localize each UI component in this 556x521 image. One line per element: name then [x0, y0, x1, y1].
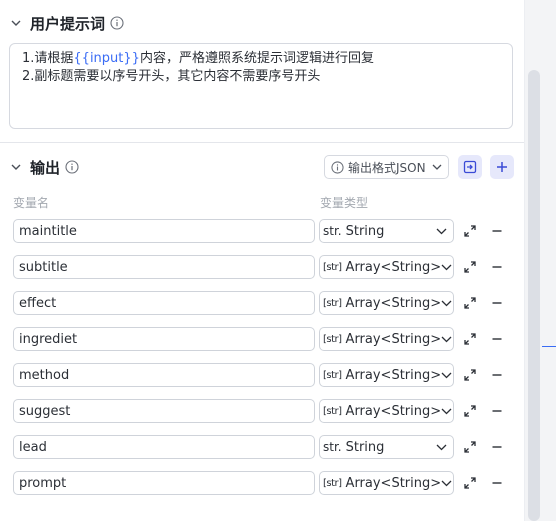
- output-section-title: 输出: [30, 158, 61, 177]
- output-variable-row: [str]Array<String>: [0, 363, 524, 387]
- user-prompt-textarea[interactable]: 1.请根据{{input}}内容，严格遵照系统提示词逻辑进行回复 2.副标题需要…: [9, 43, 513, 129]
- output-format-dropdown[interactable]: 输出格式JSON: [324, 155, 449, 179]
- expand-icon[interactable]: [462, 295, 478, 311]
- output-variable-row: str.String: [0, 435, 524, 459]
- chevron-down-icon: [441, 264, 452, 271]
- output-variable-row: [str]Array<String>: [0, 327, 524, 351]
- import-icon: [463, 160, 477, 174]
- variable-type-select[interactable]: [str] Array<String>: [319, 327, 454, 351]
- variable-type-select[interactable]: [str] Array<String>: [319, 399, 454, 423]
- add-output-button[interactable]: [490, 155, 514, 179]
- variable-name-input[interactable]: [13, 399, 315, 423]
- string-icon: str.: [323, 224, 342, 238]
- output-variable-row: [str]Array<String>: [0, 291, 524, 315]
- remove-icon[interactable]: [489, 367, 505, 383]
- variable-name-input[interactable]: [13, 327, 315, 351]
- array-string-icon: [str]: [323, 477, 342, 489]
- prompt-variable: {{input}}: [73, 51, 140, 66]
- variable-type-label: String: [345, 439, 385, 455]
- chevron-down-icon: [441, 336, 452, 343]
- array-string-icon: [str]: [323, 405, 342, 417]
- variable-type-select[interactable]: [str] Array<String>: [319, 471, 454, 495]
- array-string-icon: [str]: [323, 333, 342, 345]
- expand-icon[interactable]: [462, 259, 478, 275]
- variable-type-select[interactable]: [str] Array<String>: [319, 255, 454, 279]
- variable-type-label: String: [345, 223, 385, 239]
- remove-icon[interactable]: [489, 439, 505, 455]
- chevron-down-icon: [441, 408, 452, 415]
- remove-icon[interactable]: [489, 295, 505, 311]
- chevron-down-icon: [436, 228, 447, 235]
- variable-name-input[interactable]: [13, 363, 315, 387]
- section-divider: [0, 142, 524, 143]
- prompt-section-title: 用户提示词: [30, 14, 106, 33]
- array-string-icon: [str]: [323, 261, 342, 273]
- plus-icon: [495, 160, 509, 174]
- variable-name-input[interactable]: [13, 219, 315, 243]
- output-section-header[interactable]: 输出: [0, 155, 79, 179]
- variable-type-label: Array<String>: [345, 259, 442, 275]
- output-format-label: 输出格式JSON: [348, 160, 426, 175]
- variable-type-label: Array<String>: [345, 295, 442, 311]
- output-variable-row: [str]Array<String>: [0, 255, 524, 279]
- expand-icon[interactable]: [462, 475, 478, 491]
- variable-type-label: Array<String>: [345, 403, 442, 419]
- expand-icon[interactable]: [462, 439, 478, 455]
- output-variable-row: [str]Array<String>: [0, 399, 524, 423]
- info-icon[interactable]: [110, 16, 124, 30]
- remove-icon[interactable]: [489, 259, 505, 275]
- remove-icon[interactable]: [489, 223, 505, 239]
- variable-name-input[interactable]: [13, 471, 315, 495]
- chevron-down-icon[interactable]: [6, 157, 26, 177]
- remove-icon[interactable]: [489, 403, 505, 419]
- import-button[interactable]: [458, 155, 482, 179]
- variable-type-label: Array<String>: [345, 475, 442, 491]
- string-icon: str.: [323, 440, 342, 454]
- column-header-name: 变量名: [13, 196, 50, 210]
- array-string-icon: [str]: [323, 297, 342, 309]
- variable-name-input[interactable]: [13, 435, 315, 459]
- array-string-icon: [str]: [323, 369, 342, 381]
- variable-type-label: Array<String>: [345, 367, 442, 383]
- variable-type-select[interactable]: str. String: [319, 435, 454, 459]
- chevron-down-icon: [436, 444, 447, 451]
- expand-icon[interactable]: [462, 223, 478, 239]
- variable-name-input[interactable]: [13, 255, 315, 279]
- variable-type-label: Array<String>: [345, 331, 442, 347]
- variable-type-select[interactable]: [str] Array<String>: [319, 363, 454, 387]
- prompt-section-header[interactable]: 用户提示词: [0, 11, 124, 35]
- expand-icon[interactable]: [462, 367, 478, 383]
- variable-name-input[interactable]: [13, 291, 315, 315]
- chevron-down-icon[interactable]: [6, 13, 26, 33]
- chevron-down-icon: [441, 480, 452, 487]
- connector-line: [542, 346, 556, 347]
- expand-icon[interactable]: [462, 331, 478, 347]
- remove-icon[interactable]: [489, 475, 505, 491]
- scrollbar-thumb[interactable]: [528, 70, 540, 521]
- output-variable-row: [str]Array<String>: [0, 471, 524, 495]
- prompt-line-2: 2.副标题需要以序号开头，其它内容不需要序号开头: [22, 69, 321, 84]
- chevron-down-icon: [432, 164, 442, 170]
- column-header-type: 变量类型: [320, 196, 369, 210]
- chevron-down-icon: [441, 372, 452, 379]
- variable-type-select[interactable]: str. String: [319, 219, 454, 243]
- info-icon: [331, 160, 344, 174]
- remove-icon[interactable]: [489, 331, 505, 347]
- expand-icon[interactable]: [462, 403, 478, 419]
- output-variable-row: str.String: [0, 219, 524, 243]
- node-config-panel: 用户提示词 1.请根据{{input}}内容，严格遵照系统提示词逻辑进行回复 2…: [0, 0, 556, 521]
- prompt-line-1: 1.请根据{{input}}内容，严格遵照系统提示词逻辑进行回复: [22, 51, 374, 66]
- info-icon[interactable]: [65, 160, 79, 174]
- chevron-down-icon: [441, 300, 452, 307]
- variable-type-select[interactable]: [str] Array<String>: [319, 291, 454, 315]
